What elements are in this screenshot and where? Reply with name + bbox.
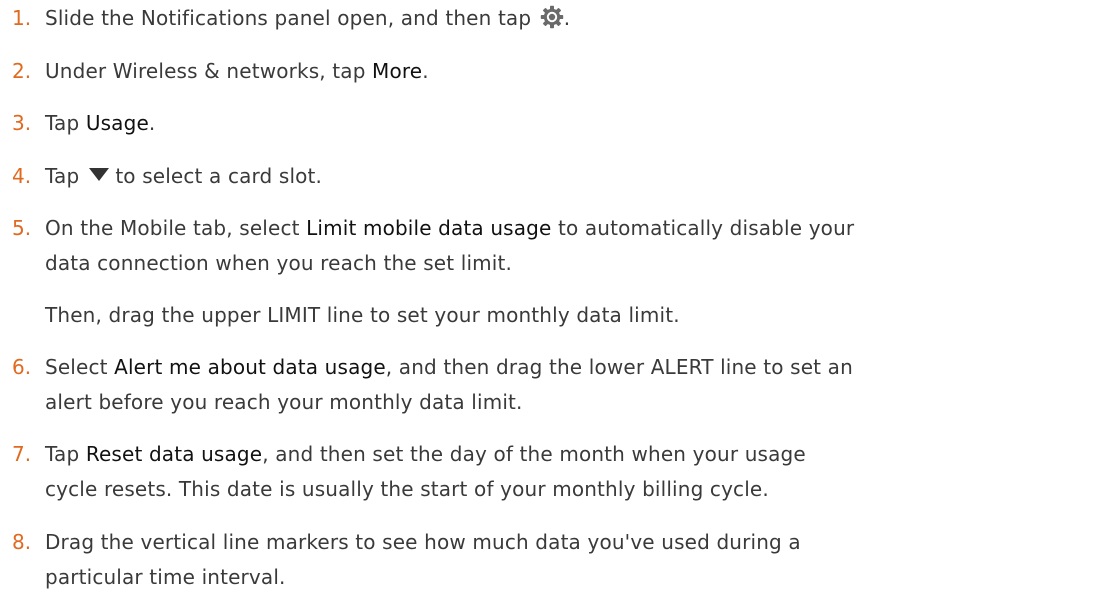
step-text-part: . xyxy=(563,6,571,30)
ui-term: Limit mobile data usage xyxy=(306,216,552,240)
step-text-part: Under Wireless & networks, tap xyxy=(45,59,373,83)
ui-term: Reset data usage xyxy=(85,442,263,466)
step-text: On the Mobile tab, select Limit mobile d… xyxy=(45,214,854,242)
dropdown-triangle-icon xyxy=(89,168,110,181)
step-text: Tap Reset data usage, and then set the d… xyxy=(45,440,806,468)
ui-term: Alert me about data usage xyxy=(114,355,386,379)
step-number: 2. xyxy=(12,59,32,83)
step-text-continued: alert before you reach your monthly data… xyxy=(45,390,523,414)
step-text-continued: particular time interval. xyxy=(45,565,286,589)
step-number: 5. xyxy=(12,216,32,240)
step-number: 1. xyxy=(12,6,32,30)
step-text-part: . xyxy=(148,111,156,135)
step-text-part: , and then set the day of the month when… xyxy=(262,442,806,466)
step-text-continued: data connection when you reach the set l… xyxy=(45,251,513,275)
step-text-part: to automatically disable your xyxy=(551,216,855,240)
step-number: 4. xyxy=(12,164,32,188)
step-text-part: Tap xyxy=(45,164,80,188)
step-note: Then, drag the upper LIMIT line to set y… xyxy=(45,303,680,327)
step-number: 3. xyxy=(12,111,32,135)
step-text: Select Alert me about data usage, and th… xyxy=(45,353,853,381)
step-text-part: Tap xyxy=(45,111,86,135)
step-text-part: to select a card slot. xyxy=(115,164,323,188)
ui-term: Usage xyxy=(85,111,149,135)
settings-gear-icon xyxy=(540,5,563,29)
step-text-part: , and then drag the lower ALERT line to … xyxy=(385,355,853,379)
instruction-list: 1. Slide the Notifications panel open, a… xyxy=(0,0,1113,611)
step-text: Slide the Notifications panel open, and … xyxy=(45,4,570,32)
step-text-part: On the Mobile tab, select xyxy=(45,216,307,240)
step-text: Tap Usage. xyxy=(45,109,155,137)
step-text: Under Wireless & networks, tap More. xyxy=(45,57,429,85)
step-number: 6. xyxy=(12,355,32,379)
ui-term: More xyxy=(372,59,423,83)
step-text: Tap to select a card slot. xyxy=(45,162,322,190)
step-number: 7. xyxy=(12,442,32,466)
step-text: Drag the vertical line markers to see ho… xyxy=(45,530,801,554)
step-text-part: . xyxy=(422,59,429,83)
step-text-part: Select xyxy=(45,355,115,379)
step-text-part: Slide the Notifications panel open, and … xyxy=(45,6,532,30)
step-text-part: Tap xyxy=(45,442,86,466)
step-text-continued: cycle resets. This date is usually the s… xyxy=(45,477,769,501)
step-number: 8. xyxy=(12,530,32,554)
